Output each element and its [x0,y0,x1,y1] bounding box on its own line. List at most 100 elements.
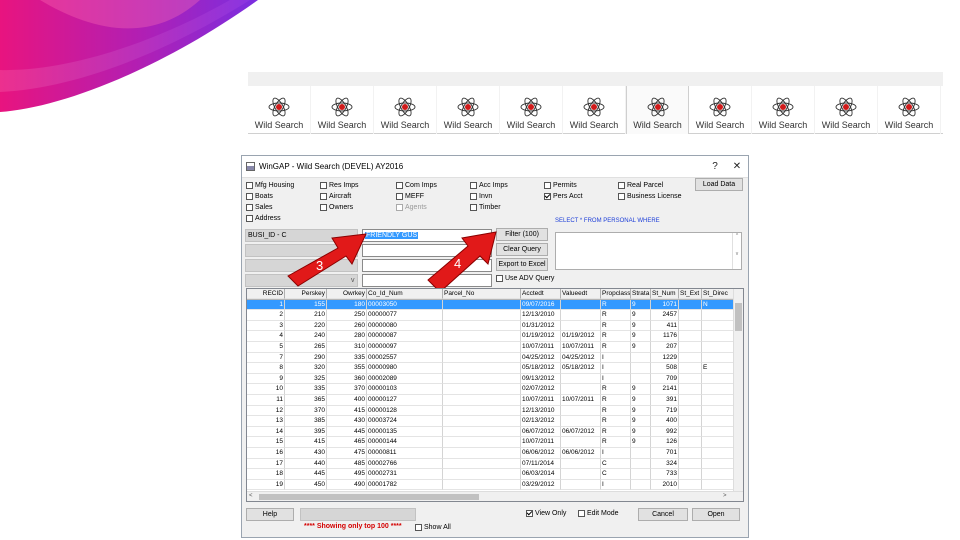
column-header[interactable]: Perskey [285,289,327,299]
checkbox-label: Res Imps [329,182,359,189]
wild-search-button[interactable]: Wild Search [374,86,437,134]
wild-search-button[interactable]: Wild Search [248,86,311,134]
checkbox-label: Pers Acct [553,193,583,200]
scroll-down-arrow[interactable]: v [733,251,741,257]
table-row[interactable]: 8 320 355 00000980 05/18/2012 05/18/2012 I 508 E [247,363,743,374]
checkbox-label: Business License [627,193,682,200]
column-header[interactable]: St_Ext [679,289,702,299]
checkbox-view-only[interactable]: View Only [526,510,566,517]
checkbox-invn[interactable]: Invn [470,193,492,200]
cancel-button[interactable]: Cancel [638,508,688,521]
table-cell [631,373,651,385]
checkbox-sales[interactable]: Sales [246,204,273,211]
table-cell [679,405,702,417]
scroll-up-arrow[interactable]: ^ [733,233,741,239]
column-header[interactable]: Co_Id_Num [367,289,443,299]
column-header[interactable]: Valueedt [561,289,601,299]
table-cell: 1176 [651,331,679,342]
table-row[interactable]: 16 430 475 00000811 06/06/2012 06/06/2012 I 701 [247,447,743,459]
open-button[interactable]: Open [692,508,740,521]
sql-scrollbar[interactable]: ^ v [732,233,741,269]
checkbox-owners[interactable]: Owners [320,204,353,211]
column-header[interactable]: RECID [247,289,285,299]
filter-button[interactable]: Filter (100) [496,228,548,241]
checkbox-acc-imps[interactable]: Acc Imps [470,182,508,189]
table-row[interactable]: 4 240 280 00000087 01/19/2012 01/19/2012 R 9 117… [247,331,743,342]
wild-search-button[interactable]: Wild Search [626,86,689,134]
table-cell: 415 [285,437,327,448]
checkbox-box [246,193,253,200]
checkbox-business-license[interactable]: Business License [618,193,681,200]
table-cell: 320 [285,363,327,374]
table-row[interactable]: 7 290 335 00002557 04/25/2012 04/25/2012 I 1229 [247,352,743,364]
column-header[interactable]: Acctedt [521,289,561,299]
wild-search-button[interactable]: Wild Search [878,86,941,134]
table-row[interactable]: 3 220 260 00000080 01/31/2012 R 9 411 [247,320,743,332]
column-header[interactable]: St_Num [651,289,679,299]
scroll-right-arrow[interactable]: > [723,493,727,499]
checkbox-meff[interactable]: MEFF [396,193,424,200]
wild-search-button[interactable]: Wild Search [500,86,563,134]
wild-search-button[interactable]: Wild Search [437,86,500,134]
table-cell: 9 [631,416,651,427]
table-row[interactable]: 15 415 465 00000144 10/07/2011 R 9 126 [247,437,743,448]
horizontal-scrollbar[interactable]: < > [247,491,743,501]
checkbox-address[interactable]: Address [246,215,281,222]
checkbox-aircraft[interactable]: Aircraft [320,193,351,200]
table-cell [679,299,702,311]
wild-search-button[interactable]: Wild Search [563,86,626,134]
export-to-excel-button[interactable]: Export to Excel [496,258,548,271]
scroll-left-arrow[interactable]: < [249,493,253,499]
column-header[interactable]: Strata [631,289,651,299]
checkbox-edit-mode[interactable]: Edit Mode [578,510,619,517]
checkbox-pers-acct[interactable]: Pers Acct [544,193,583,200]
table-cell: 430 [285,447,327,459]
table-cell [443,394,521,406]
checkbox-boats[interactable]: Boats [246,193,273,200]
sql-query-textarea[interactable]: ^ v [555,232,742,270]
wild-search-button[interactable]: Wild Search [752,86,815,134]
checkbox-timber[interactable]: Timber [470,204,501,211]
checkbox-mfg-housing[interactable]: Mfg Housing [246,182,294,189]
table-row[interactable]: 14 395 445 00000135 06/07/2012 06/07/2012 R 9 99… [247,426,743,438]
load-data-button[interactable]: Load Data [695,178,743,191]
scroll-thumb[interactable] [259,494,479,500]
table-row[interactable]: 19 450 490 00001782 03/29/2012 I 2010 [247,479,743,491]
close-icon[interactable]: ✕ [726,161,748,172]
table-row[interactable]: 1 155 180 00003050 09/07/2016 R 9 1071 N [247,299,743,311]
checkbox-label: Acc Imps [479,182,508,189]
checkbox-permits[interactable]: Permits [544,182,577,189]
vertical-scrollbar[interactable] [733,289,743,493]
atom-icon [268,97,290,117]
column-header[interactable]: Owrkey [327,289,367,299]
checkbox-show-all[interactable]: Show All [415,524,451,531]
column-header[interactable]: Propclass [601,289,631,299]
table-row[interactable]: 10 335 370 00000103 02/07/2012 R 9 2141 [247,384,743,395]
checkbox-use-adv-query[interactable]: Use ADV Query [496,275,554,282]
table-row[interactable]: 11 365 400 00000127 10/07/2011 10/07/2011 R 9 39… [247,394,743,406]
column-header[interactable]: Parcel_No [443,289,521,299]
table-cell [631,469,651,480]
scroll-thumb[interactable] [735,303,742,331]
table-cell: I [601,352,631,364]
checkbox-box [578,510,585,517]
table-row[interactable]: 5 265 310 00000097 10/07/2011 10/07/2011 R 9 207 [247,341,743,353]
table-cell [679,479,702,491]
table-row[interactable]: 2 210 250 00000077 12/13/2010 R 9 2457 [247,310,743,321]
help-icon[interactable]: ? [704,161,726,172]
wild-search-button[interactable]: Wild Search [311,86,374,134]
table-row[interactable]: 13 385 430 00003724 02/13/2012 R 9 400 [247,416,743,427]
table-row[interactable]: 9 325 360 00002089 09/13/2012 I 709 [247,373,743,385]
clear-query-button[interactable]: Clear Query [496,243,548,256]
checkbox-com-imps[interactable]: Com Imps [396,182,437,189]
checkbox-real-parcel[interactable]: Real Parcel [618,182,663,189]
results-grid[interactable]: RECID Perskey Owrkey Co_Id_Num Parcel_No Acct… [246,288,744,502]
table-row[interactable]: 18 445 495 00002731 06/03/2014 C 733 [247,469,743,480]
wild-search-button[interactable]: Wild Search [815,86,878,134]
help-button[interactable]: Help [246,508,294,521]
table-row[interactable]: 12 370 415 00000128 12/13/2010 R 9 719 [247,405,743,417]
checkbox-res-imps[interactable]: Res Imps [320,182,359,189]
wild-search-button[interactable]: Wild Search [689,86,752,134]
table-row[interactable]: 17 440 485 00002766 07/11/2014 C 324 [247,458,743,470]
table-cell: 155 [285,299,327,311]
